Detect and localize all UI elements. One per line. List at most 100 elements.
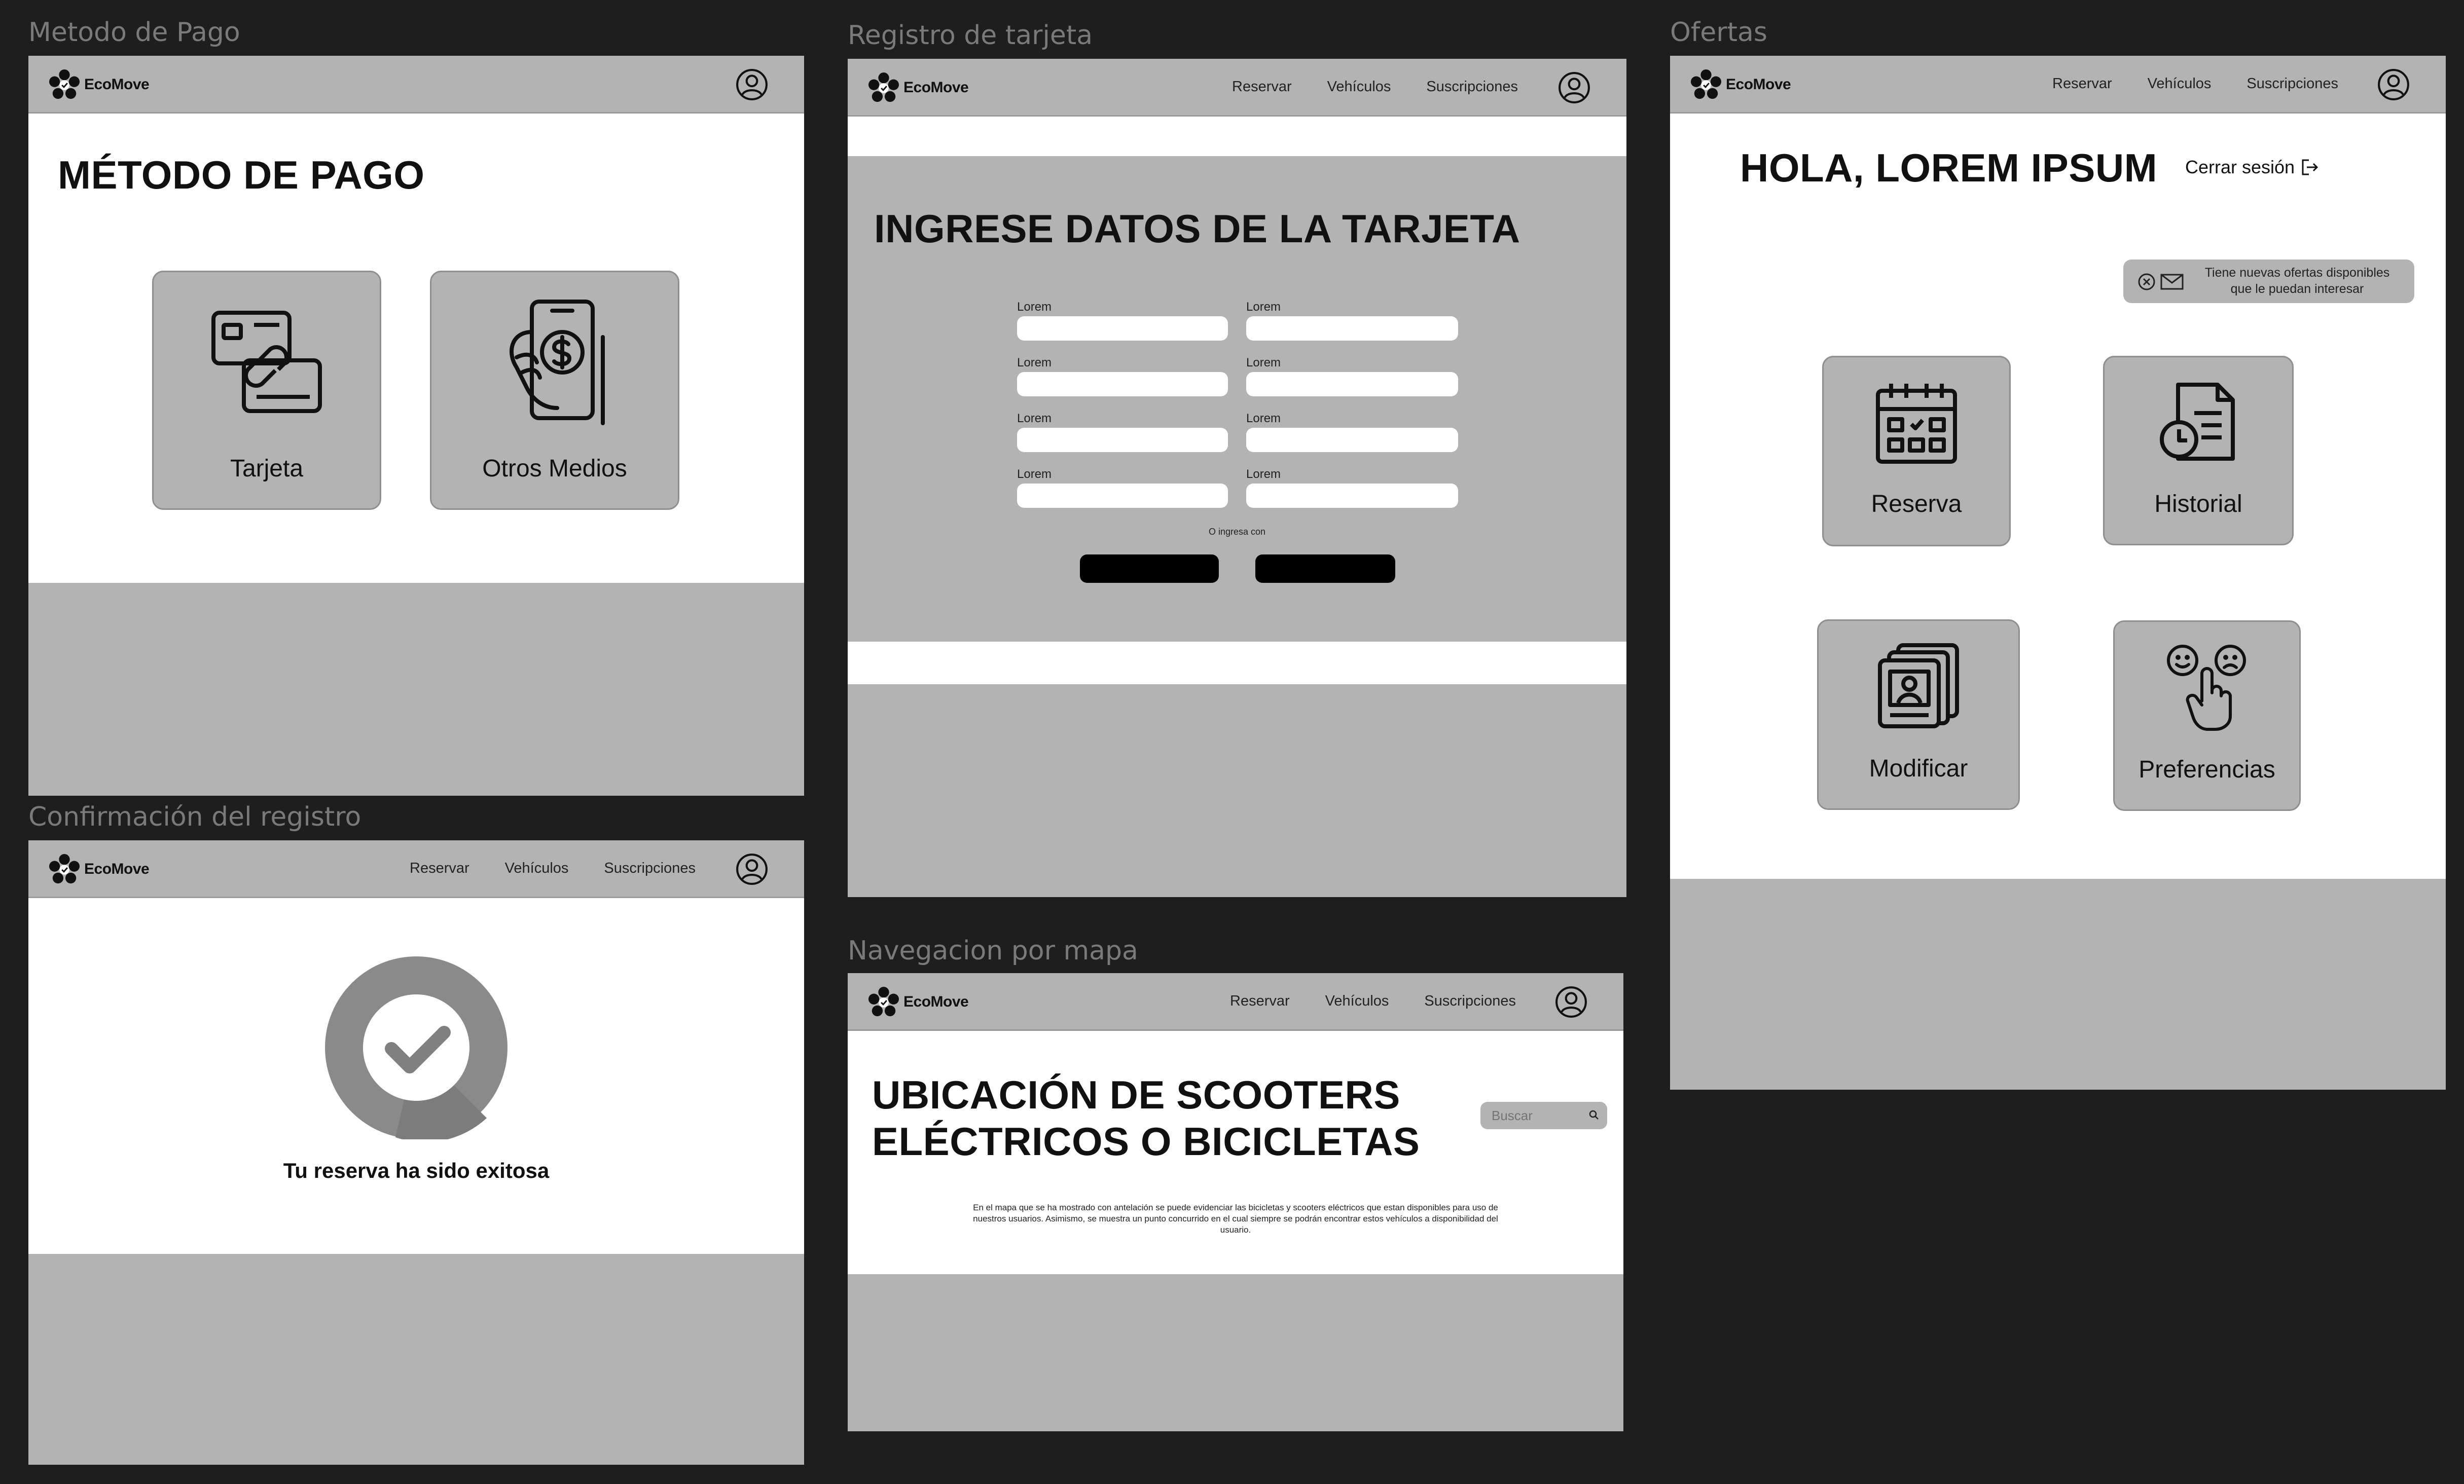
frame-label-confirmacion: Confirmación del registro — [28, 802, 361, 832]
search-input[interactable] — [1492, 1107, 1578, 1124]
description-line: usuario. — [1220, 1225, 1251, 1235]
user-account-icon[interactable] — [2377, 68, 2410, 101]
main-nav: Reservar Vehículos Suscripciones — [1232, 59, 1518, 115]
logout-link[interactable]: Cerrar sesión — [2185, 156, 2320, 178]
card-field-input[interactable] — [1246, 484, 1458, 508]
topbar: EcoMove Reservar Vehículos Suscripciones — [1670, 56, 2446, 114]
user-account-icon[interactable] — [1554, 985, 1588, 1019]
alt-login-text: O ingresa con — [1208, 527, 1266, 537]
topbar: EcoMove — [28, 56, 804, 114]
card-field-input[interactable] — [1246, 316, 1458, 341]
description-line: En el mapa que se ha mostrado con antela… — [973, 1203, 1498, 1212]
greeting-title: HOLA, LOREM IPSUM — [1740, 145, 2158, 190]
frame-confirmacion: EcoMove Reservar Vehículos Suscripciones… — [28, 840, 804, 1465]
tile-label: Modificar — [1869, 755, 1968, 782]
nav-reservar[interactable]: Reservar — [2052, 76, 2112, 92]
card-field-input[interactable] — [1017, 372, 1228, 396]
recycle-logo-icon — [868, 72, 899, 103]
frame-registro-tarjeta: EcoMove Reservar Vehículos Suscripciones… — [848, 59, 1626, 897]
topbar: EcoMove Reservar Vehículos Suscripciones — [848, 973, 1623, 1031]
brand-name: EcoMove — [1726, 76, 1791, 93]
tile-label: Historial — [2154, 491, 2242, 517]
nav-reservar[interactable]: Reservar — [1232, 79, 1292, 95]
nav-suscripciones[interactable]: Suscripciones — [1424, 993, 1516, 1010]
card-field-input[interactable] — [1246, 428, 1458, 452]
field-label: Lorem — [1246, 467, 1281, 481]
main-nav: Reservar Vehículos Suscripciones — [1230, 973, 1516, 1029]
nav-reservar[interactable]: Reservar — [410, 860, 469, 877]
field-label: Lorem — [1246, 412, 1281, 425]
recycle-logo-icon — [1690, 69, 1722, 100]
logout-label: Cerrar sesión — [2185, 157, 2295, 177]
mail-icon — [2160, 274, 2184, 290]
frame-mapa: EcoMove Reservar Vehículos Suscripciones… — [848, 973, 1623, 1431]
page-title: MÉTODO DE PAGO — [58, 153, 425, 197]
page-title: INGRESE DATOS DE LA TARJETA — [874, 206, 1520, 251]
brand-logo[interactable]: EcoMove — [868, 986, 969, 1018]
tile-label: Preferencias — [2139, 756, 2275, 783]
card-field-input[interactable] — [1017, 428, 1228, 452]
topbar: EcoMove Reservar Vehículos Suscripciones — [848, 59, 1626, 117]
frame-label-mapa: Navegacion por mapa — [848, 936, 1138, 966]
nav-vehiculos[interactable]: Vehículos — [1327, 79, 1391, 95]
user-account-icon[interactable] — [735, 68, 769, 101]
recycle-logo-icon — [49, 69, 80, 100]
main-nav: Reservar Vehículos Suscripciones — [2052, 56, 2338, 112]
title-line-2: ELÉCTRICOS O BICICLETAS — [872, 1119, 1420, 1164]
success-check-icon — [325, 956, 508, 1139]
title-line-1: UBICACIÓN DE SCOOTERS — [872, 1072, 1400, 1117]
nav-vehiculos[interactable]: Vehículos — [505, 860, 569, 877]
card-link-icon — [211, 311, 322, 413]
nav-suscripciones[interactable]: Suscripciones — [2246, 76, 2338, 92]
frame-metodo-pago: EcoMove MÉTODO DE PAGO Tarjeta Otros Med… — [28, 56, 804, 796]
tile-label: Reserva — [1871, 491, 1962, 517]
brand-name: EcoMove — [903, 993, 969, 1010]
brand-name: EcoMove — [903, 79, 969, 96]
tile-reserva[interactable]: Reserva — [1822, 356, 2011, 546]
frame-ofertas: EcoMove Reservar Vehículos Suscripciones… — [1670, 56, 2446, 1090]
footer-white-band — [848, 642, 1626, 684]
calendar-icon — [1876, 384, 1957, 464]
card-field-input[interactable] — [1017, 484, 1228, 508]
alt-login-button-right[interactable] — [1255, 554, 1395, 583]
close-circle-icon[interactable] — [2137, 273, 2156, 291]
notification-line: Tiene nuevas ofertas disponibles — [2204, 266, 2390, 280]
tile-label: Otros Medios — [482, 455, 627, 482]
brand-logo[interactable]: EcoMove — [49, 69, 150, 100]
nav-suscripciones[interactable]: Suscripciones — [604, 860, 696, 877]
frame-label-registro-tarjeta: Registro de tarjeta — [848, 20, 1093, 51]
brand-logo[interactable]: EcoMove — [1690, 69, 1791, 100]
search-icon[interactable] — [1588, 1109, 1600, 1121]
user-account-icon[interactable] — [735, 852, 769, 886]
brand-logo[interactable]: EcoMove — [868, 72, 969, 103]
map-description: En el mapa que se ha mostrado con antela… — [848, 1202, 1623, 1236]
card-field-input[interactable] — [1246, 372, 1458, 396]
nav-reservar[interactable]: Reservar — [1230, 993, 1290, 1010]
notification-text: Tiene nuevas ofertas disponibles que le … — [2188, 265, 2406, 297]
recycle-logo-icon — [868, 986, 899, 1018]
user-account-icon[interactable] — [1557, 71, 1591, 104]
history-document-icon — [2160, 383, 2235, 461]
payment-option-tarjeta[interactable]: Tarjeta — [152, 271, 381, 510]
payment-option-otros-medios[interactable]: Otros Medios — [430, 271, 679, 510]
tile-historial[interactable]: Historial — [2103, 356, 2294, 545]
field-label: Lorem — [1017, 467, 1052, 481]
card-field-input[interactable] — [1017, 316, 1228, 341]
search-box[interactable] — [1480, 1102, 1607, 1129]
tile-preferencias[interactable]: Preferencias — [2113, 620, 2301, 811]
offers-notification[interactable]: Tiene nuevas ofertas disponibles que le … — [2123, 259, 2414, 303]
frame-label-ofertas: Ofertas — [1670, 17, 1767, 48]
nav-vehiculos[interactable]: Vehículos — [1325, 993, 1389, 1010]
brand-logo[interactable]: EcoMove — [49, 854, 150, 885]
nav-suscripciones[interactable]: Suscripciones — [1426, 79, 1518, 95]
nav-vehiculos[interactable]: Vehículos — [2148, 76, 2212, 92]
field-label: Lorem — [1017, 412, 1052, 425]
content-area — [28, 56, 804, 583]
alt-login-button-left[interactable] — [1080, 554, 1219, 583]
tile-modificar[interactable]: Modificar — [1817, 619, 2020, 810]
topbar: EcoMove Reservar Vehículos Suscripciones — [28, 840, 804, 898]
frame-label-metodo-pago: Metodo de Pago — [28, 17, 240, 48]
brand-name: EcoMove — [84, 76, 150, 93]
tile-label: Tarjeta — [230, 455, 304, 482]
notification-line: que le puedan interesar — [2230, 282, 2364, 296]
